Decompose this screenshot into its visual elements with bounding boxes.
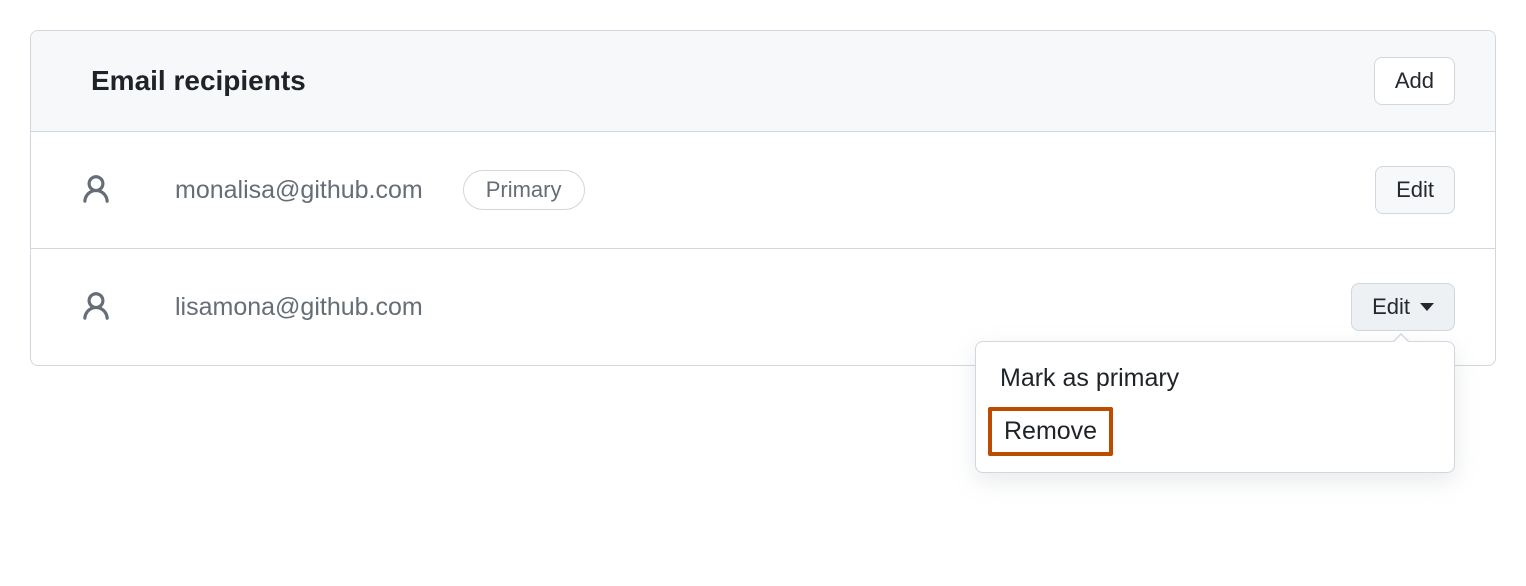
edit-button[interactable]: Edit: [1375, 166, 1455, 214]
panel-title: Email recipients: [91, 65, 306, 97]
recipient-email: lisamona@github.com: [175, 293, 423, 322]
email-recipients-panel: Email recipients Add monalisa@github.com…: [30, 30, 1496, 366]
recipient-row: monalisa@github.com Primary Edit: [31, 132, 1495, 249]
person-icon: [79, 173, 119, 207]
primary-badge: Primary: [463, 170, 585, 210]
edit-dropdown-label: Edit: [1372, 294, 1410, 320]
person-icon: [79, 290, 119, 324]
recipient-email: monalisa@github.com: [175, 176, 423, 205]
edit-dropdown-menu: Mark as primary Remove: [975, 341, 1455, 473]
add-button[interactable]: Add: [1374, 57, 1455, 105]
mark-as-primary-menu-item[interactable]: Mark as primary: [976, 354, 1454, 403]
recipient-row: lisamona@github.com Edit Mark as primary…: [31, 249, 1495, 365]
edit-dropdown-button[interactable]: Edit: [1351, 283, 1455, 331]
remove-menu-item[interactable]: Remove: [988, 407, 1113, 456]
panel-header: Email recipients Add: [31, 31, 1495, 132]
caret-down-icon: [1420, 303, 1434, 311]
